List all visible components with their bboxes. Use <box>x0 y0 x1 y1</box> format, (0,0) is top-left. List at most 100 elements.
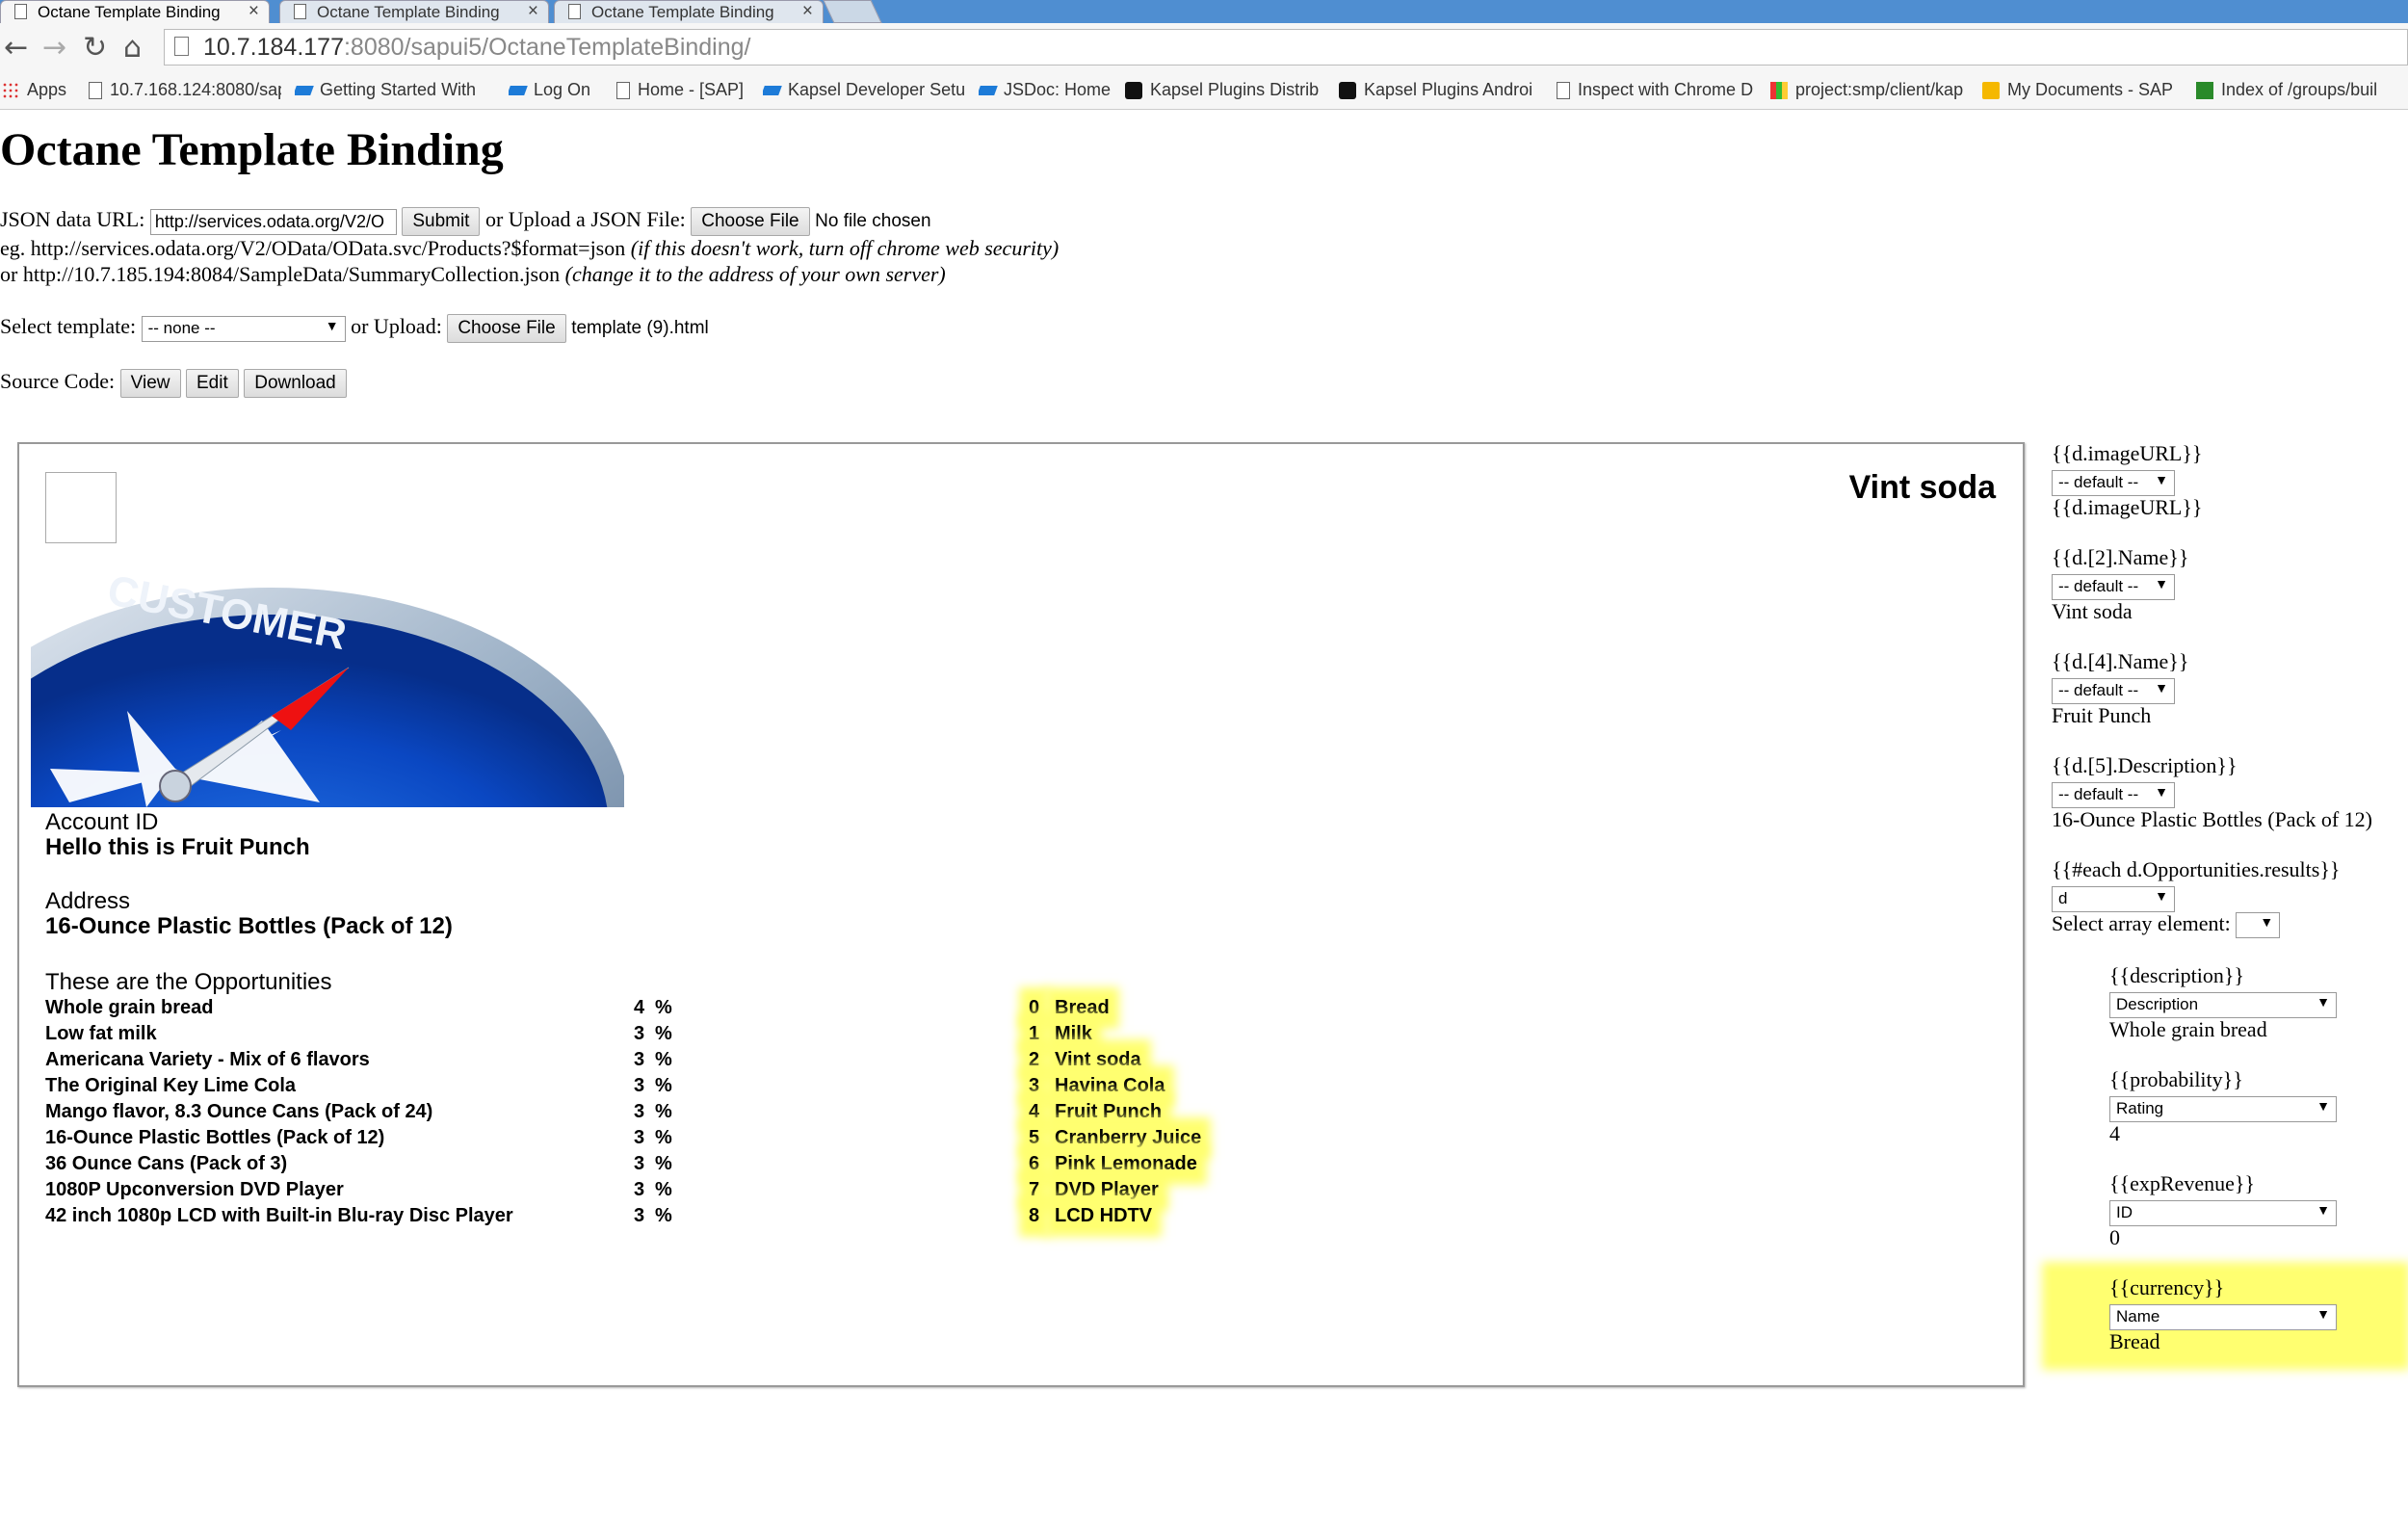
opportunity-index: 1 <box>1029 1023 1040 1045</box>
opportunity-probability: 3 <box>634 1023 645 1044</box>
binding-select[interactable]: -- default -- ▼ <box>2052 574 2175 601</box>
bookmark-item[interactable]: Getting Started With <box>295 80 495 100</box>
choose-template-file-button[interactable]: Choose File <box>447 314 566 343</box>
browser-tab-strip: Octane Template Binding × Octane Templat… <box>0 0 2408 23</box>
dropdown-arrow-icon: ▼ <box>2316 1202 2330 1219</box>
opportunities-label: These are the Opportunities <box>45 969 332 995</box>
new-tab-button[interactable] <box>823 0 882 23</box>
preview-title: Vint soda <box>1848 469 1996 506</box>
account-id-value: Hello this is Fruit Punch <box>45 834 310 860</box>
opportunity-description: 42 inch 1080p LCD with Built-in Blu-ray … <box>45 1205 513 1226</box>
template-row: Select template: -- none -- ▼ or Upload: … <box>0 314 709 343</box>
bookmark-apps[interactable]: Apps <box>2 80 71 100</box>
opportunity-description: 1080P Upconversion DVD Player <box>45 1179 344 1200</box>
sap-logo-icon <box>509 85 528 95</box>
dropdown-arrow-icon: ▼ <box>2155 472 2168 488</box>
forward-arrow-icon[interactable]: → <box>42 32 66 65</box>
example-note: (change it to the address of your own se… <box>564 262 946 286</box>
back-arrow-icon[interactable]: ← <box>4 32 28 65</box>
bookmark-item[interactable]: 10.7.168.124:8080/sap <box>89 80 281 100</box>
binding-value: Fruit Punch <box>2052 703 2152 727</box>
dropdown-arrow-icon: ▼ <box>2155 888 2168 905</box>
download-button[interactable]: Download <box>244 369 347 398</box>
opportunity-unit: % <box>655 1023 672 1044</box>
opportunity-description: 16-Ounce Plastic Bottles (Pack of 12) <box>45 1127 385 1148</box>
binding-select[interactable]: -- default -- ▼ <box>2052 782 2175 809</box>
upload-json-label: or Upload a JSON File: <box>484 207 686 232</box>
source-code-label: Source Code: <box>0 369 116 394</box>
bookmark-label: My Documents - SAP <box>2007 80 2173 99</box>
binding-select[interactable]: -- default -- ▼ <box>2052 678 2175 705</box>
bookmark-item[interactable]: Kapsel Developer Setu <box>763 80 965 100</box>
binding-value: Vint soda <box>2052 599 2133 623</box>
opportunity-probability: 3 <box>634 1205 645 1226</box>
reload-icon[interactable]: ↻ <box>83 32 107 65</box>
browser-tab-1[interactable]: Octane Template Binding × <box>0 0 270 23</box>
array-element-select[interactable]: ▼ <box>2236 912 2281 939</box>
bookmark-item[interactable]: Home - [SAP] <box>616 80 749 100</box>
bookmark-item[interactable]: Log On <box>509 80 615 100</box>
binding-select-value: -- default -- <box>2058 785 2139 804</box>
binding-select[interactable]: Description ▼ <box>2109 992 2337 1019</box>
view-button[interactable]: View <box>119 369 181 398</box>
close-tab-icon[interactable]: × <box>528 1 538 22</box>
browser-tab-3[interactable]: Octane Template Binding × <box>554 0 824 23</box>
browser-tab-2[interactable]: Octane Template Binding × <box>279 0 549 23</box>
close-tab-icon[interactable]: × <box>249 1 259 22</box>
bookmark-item[interactable]: Inspect with Chrome D <box>1557 80 1759 100</box>
address-bar[interactable]: 10.7.184.177:8080/sapui5/OctaneTemplateB… <box>164 29 2408 66</box>
bookmark-item[interactable]: Kapsel Plugins Androi <box>1339 80 1537 100</box>
home-icon[interactable]: ⌂ <box>123 32 142 65</box>
opportunity-unit: % <box>655 997 672 1018</box>
opportunity-probability: 3 <box>634 1179 645 1200</box>
json-url-input[interactable]: http://services.odata.org/V2/O <box>149 208 397 235</box>
bookmark-label: 10.7.168.124:8080/sap <box>110 80 281 99</box>
opportunity-unit: % <box>655 1127 672 1148</box>
account-id-label: Account ID <box>45 809 159 835</box>
opportunity-unit: % <box>655 1101 672 1122</box>
template-select[interactable]: -- none -- ▼ <box>141 315 346 342</box>
opportunity-name: Pink Lemonade <box>1055 1153 1197 1175</box>
bookmark-item[interactable]: JSDoc: Home <box>979 80 1113 100</box>
binding-select[interactable]: Name ▼ <box>2109 1304 2337 1331</box>
array-element-label: Select array element: <box>2052 911 2231 935</box>
address-value: 16-Ounce Plastic Bottles (Pack of 12) <box>45 913 453 939</box>
example-note: (if this doesn't work, turn off chrome w… <box>630 236 1060 260</box>
example-url: or http://10.7.185.194:8084/SampleData/S… <box>0 262 561 286</box>
dropdown-arrow-icon: ▼ <box>2316 994 2330 1010</box>
binding-value: {{d.imageURL}} <box>2052 495 2203 519</box>
opportunity-unit: % <box>655 1205 672 1226</box>
opportunity-description: Mango flavor, 8.3 Ounce Cans (Pack of 24… <box>45 1101 433 1122</box>
bookmark-item[interactable]: Kapsel Plugins Distrib <box>1125 80 1323 100</box>
opportunity-name: LCD HDTV <box>1055 1205 1153 1227</box>
binding-select-value: -- default -- <box>2058 681 2139 700</box>
bookmark-item[interactable]: My Documents - SAP <box>1982 80 2173 100</box>
opportunity-index: 7 <box>1029 1179 1040 1201</box>
choose-json-file-button[interactable]: Choose File <box>691 207 810 236</box>
close-tab-icon[interactable]: × <box>802 1 813 22</box>
submit-button[interactable]: Submit <box>402 207 481 236</box>
binding-tag: {{currency}} <box>2109 1275 2225 1299</box>
binding-tag: {{d.[4].Name}} <box>2052 649 2189 673</box>
array-element-row: Select array element: ▼ <box>2052 911 2281 939</box>
bookmark-item[interactable]: project:smp/client/kap <box>1770 80 1963 100</box>
binding-select[interactable]: ID ▼ <box>2109 1200 2337 1227</box>
source-code-row: Source Code: View Edit Download <box>0 369 347 398</box>
dropdown-arrow-icon: ▼ <box>2155 680 2168 696</box>
binding-select-value: d <box>2058 889 2068 908</box>
binding-select[interactable]: d ▼ <box>2052 886 2175 913</box>
bookmark-item[interactable]: Index of /groups/buil <box>2196 80 2406 100</box>
binding-select-value: -- default -- <box>2058 577 2139 596</box>
page-title: Octane Template Binding <box>0 124 504 175</box>
binding-select[interactable]: Rating ▼ <box>2109 1096 2337 1123</box>
project-icon <box>1770 81 1788 99</box>
json-url-label: JSON data URL: <box>0 207 145 232</box>
binding-select[interactable]: -- default -- ▼ <box>2052 470 2175 497</box>
binding-tag: {{#each d.Opportunities.results}} <box>2052 857 2341 881</box>
opportunity-unit: % <box>655 1153 672 1174</box>
opportunity-index: 0 <box>1029 997 1040 1019</box>
edit-button[interactable]: Edit <box>186 369 239 398</box>
opportunity-name: Fruit Punch <box>1055 1101 1163 1123</box>
github-icon <box>1339 81 1356 99</box>
address-label: Address <box>45 888 131 914</box>
